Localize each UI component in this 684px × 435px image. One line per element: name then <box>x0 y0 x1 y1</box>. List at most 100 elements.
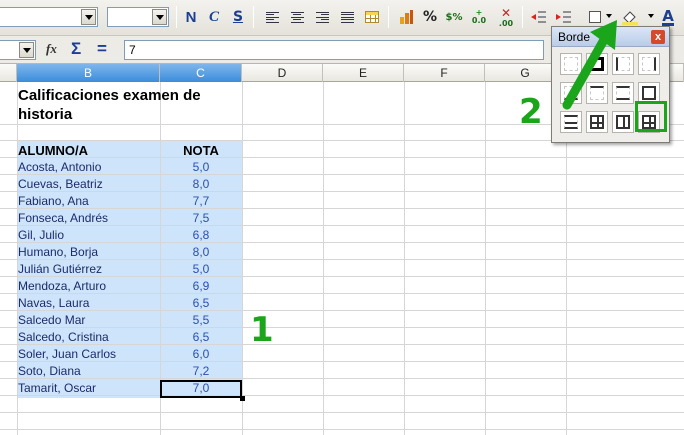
column-header-c[interactable]: C <box>160 64 242 82</box>
student-name-cell[interactable]: Navas, Laura <box>18 295 158 312</box>
bold-icon: N <box>185 8 197 26</box>
underline-icon: S <box>232 9 244 25</box>
remove-decimal-icon: .00 <box>498 19 514 28</box>
justify-icon <box>340 11 354 23</box>
sum-icon[interactable]: Σ <box>71 39 81 59</box>
italic-icon: C <box>208 8 219 25</box>
chevron-down-icon[interactable] <box>648 14 654 18</box>
header-grade[interactable]: NOTA <box>161 142 241 159</box>
equals-icon[interactable]: = <box>97 39 107 59</box>
grade-cell[interactable]: 6,8 <box>161 227 241 244</box>
column-header-f[interactable]: F <box>404 64 485 82</box>
merge-cells-icon <box>365 11 379 23</box>
student-name-cell[interactable]: Fonseca, Andrés <box>18 210 158 227</box>
grade-cell[interactable]: 7,7 <box>161 193 241 210</box>
fill-handle[interactable] <box>240 396 245 401</box>
percent-icon: % <box>422 9 438 25</box>
add-decimal-icon: 0.0 <box>471 16 487 25</box>
student-name-cell[interactable]: Cuevas, Beatriz <box>18 176 158 193</box>
active-cell[interactable] <box>160 380 242 398</box>
student-name-cell[interactable]: Fabiano, Ana <box>18 193 158 210</box>
student-name-cell[interactable]: Gil, Julio <box>18 227 158 244</box>
border-preview <box>616 115 630 129</box>
student-name-cell[interactable]: Salcedo, Cristina <box>18 329 158 346</box>
grade-cell[interactable]: 6,5 <box>161 295 241 312</box>
name-box[interactable] <box>0 40 36 60</box>
toolbar-divider <box>253 6 254 28</box>
inner-line <box>597 117 599 127</box>
student-name-cell[interactable]: Julián Gutiérrez <box>18 261 158 278</box>
toolbar-divider <box>388 6 389 28</box>
student-name-cell[interactable]: Salcedo Mar <box>18 312 158 329</box>
align-center-icon <box>290 11 304 23</box>
align-center-button[interactable] <box>287 7 307 27</box>
student-name-cell[interactable]: Soler, Juan Carlos <box>18 346 158 363</box>
step-2-label: 2 <box>519 92 543 132</box>
all-borders-highlight <box>635 101 667 132</box>
function-wizard-icon[interactable]: fx <box>46 41 57 57</box>
grade-cell[interactable]: 8,0 <box>161 244 241 261</box>
grade-cell[interactable]: 5,0 <box>161 261 241 278</box>
remove-decimal-button[interactable]: ✕ .00 <box>496 6 516 28</box>
student-name-cell[interactable]: Humano, Borja <box>18 244 158 261</box>
inner-line <box>565 122 577 124</box>
grade-cell[interactable]: 6,5 <box>161 329 241 346</box>
header-student[interactable]: ALUMNO/A <box>18 142 158 159</box>
font-size-combo[interactable] <box>107 7 169 27</box>
student-name-cell[interactable]: Soto, Diana <box>18 363 158 380</box>
italic-button[interactable]: C <box>204 7 224 27</box>
chevron-down-icon[interactable] <box>19 42 34 58</box>
currency-percent-icon: $% <box>445 11 463 23</box>
add-decimal-button[interactable]: + 0.0 <box>469 7 489 27</box>
align-right-icon <box>315 11 329 23</box>
toolbar-divider <box>522 6 523 28</box>
grade-cell[interactable]: 5,5 <box>161 312 241 329</box>
sheet-title[interactable]: Calificaciones examen de historia <box>18 86 248 124</box>
border-preview <box>642 86 656 100</box>
student-name-cell[interactable]: Mendoza, Arturo <box>18 278 158 295</box>
grade-cell[interactable]: 6,9 <box>161 278 241 295</box>
decrease-indent-icon <box>531 11 546 23</box>
column-header-e[interactable]: E <box>323 64 404 82</box>
decrease-indent-button[interactable] <box>528 7 548 27</box>
border-preview <box>564 115 578 129</box>
align-left-button[interactable] <box>262 7 282 27</box>
right-border-icon[interactable] <box>638 53 660 75</box>
formula-input[interactable]: 7 <box>124 40 544 60</box>
standard-format-button[interactable]: $% <box>444 7 464 27</box>
border-preview <box>590 115 604 129</box>
merge-cells-button[interactable] <box>362 7 382 27</box>
align-left-icon <box>265 11 279 23</box>
chevron-down-icon[interactable] <box>152 9 167 25</box>
bold-button[interactable]: N <box>181 7 201 27</box>
grade-cell[interactable]: 7,5 <box>161 210 241 227</box>
chevron-down-icon[interactable] <box>81 9 96 25</box>
grade-cell[interactable]: 6,0 <box>161 346 241 363</box>
currency-icon <box>400 10 413 24</box>
font-name-combo[interactable] <box>0 7 98 27</box>
column-header-d[interactable]: D <box>242 64 323 82</box>
row-gridline <box>0 429 684 430</box>
chevron-down-icon[interactable] <box>606 14 612 18</box>
percent-format-button[interactable]: % <box>420 7 440 27</box>
close-icon[interactable]: x <box>651 30 665 44</box>
font-color-icon: A <box>662 6 674 26</box>
column-header-b[interactable]: B <box>17 64 160 82</box>
justify-button[interactable] <box>337 7 357 27</box>
student-name-cell[interactable]: Acosta, Antonio <box>18 159 158 176</box>
arrow-annotation-icon <box>562 20 617 110</box>
inner-line <box>623 117 625 127</box>
grade-cell[interactable]: 7,2 <box>161 363 241 380</box>
name-box-dropdown[interactable] <box>16 42 34 58</box>
font-color-button[interactable]: A <box>658 7 678 27</box>
currency-format-button[interactable] <box>396 7 416 27</box>
underline-button[interactable]: S <box>228 7 248 27</box>
step-1-label: 1 <box>250 310 274 350</box>
row-gridline <box>0 412 684 413</box>
grade-cell[interactable]: 8,0 <box>161 176 241 193</box>
student-name-cell[interactable]: Tamarit, Oscar <box>18 380 158 397</box>
corner-cell[interactable] <box>0 64 17 82</box>
toolbar-divider <box>176 6 177 28</box>
align-right-button[interactable] <box>312 7 332 27</box>
grade-cell[interactable]: 5,0 <box>161 159 241 176</box>
